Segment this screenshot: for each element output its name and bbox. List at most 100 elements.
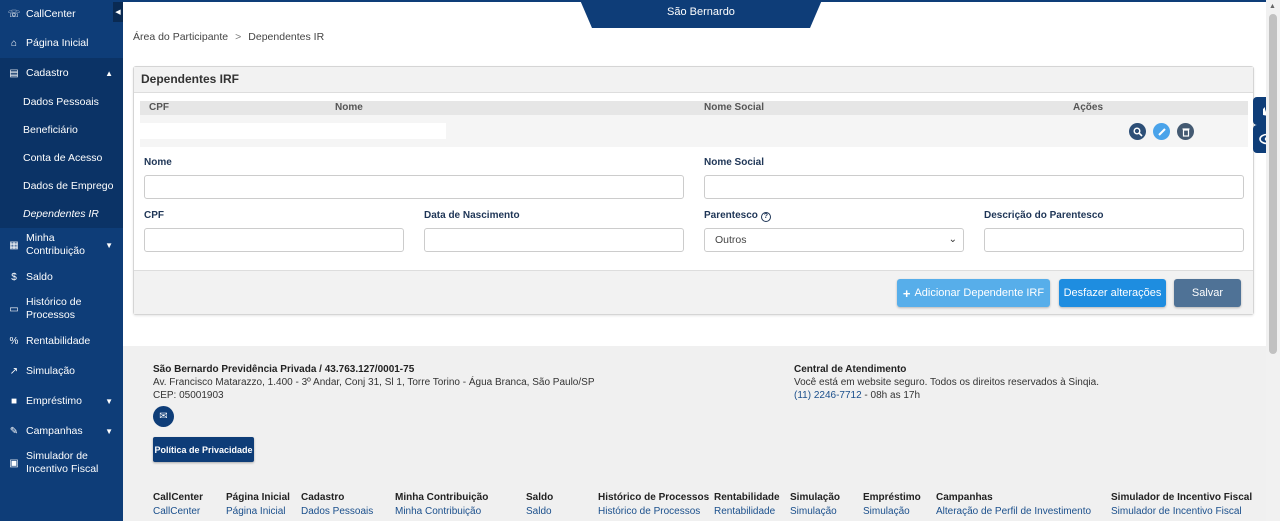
central-title: Central de Atendimento (794, 364, 907, 375)
breadcrumb-separator: > (235, 31, 242, 43)
descricao-parentesco-input[interactable] (984, 228, 1244, 252)
footer-link[interactable]: Rentabilidade (714, 506, 780, 517)
data-nascimento-label: Data de Nascimento (424, 210, 520, 221)
footer-col-title: Rentabilidade (714, 492, 780, 503)
footer-col-title: Simulação (790, 492, 841, 503)
help-icon[interactable]: ? (760, 211, 771, 222)
footer-col-simulador-fiscal: Simulador de Incentivo Fiscal Simulador d… (1111, 492, 1252, 517)
nome-social-label: Nome Social (704, 157, 765, 168)
footer-link[interactable]: Saldo (526, 506, 553, 517)
chevron-down-icon: ▼ (105, 240, 113, 250)
panel-footer: + Adicionar Dependente IRF Desfazer alter… (134, 270, 1253, 314)
breadcrumb: Área do Participante > Dependentes IR (133, 31, 324, 43)
sidebar-item-dados-pessoais[interactable]: Dados Pessoais (0, 88, 123, 116)
chart-icon: ↗ (9, 365, 19, 377)
sidebar-item-pagina-inicial[interactable]: ⌂ Página Inicial (0, 28, 123, 58)
footer-link[interactable]: Histórico de Processos (598, 506, 709, 517)
sidebar-item-callcenter[interactable]: ☏ CallCenter (0, 0, 123, 28)
footer-col-title: Saldo (526, 492, 554, 503)
trash-icon[interactable] (1177, 123, 1194, 140)
sidebar-item-campanhas[interactable]: ✎ Campanhas ▼ (0, 416, 123, 446)
sidebar-item-label: Saldo (26, 271, 53, 283)
brand-tab: São Bernardo (580, 0, 822, 28)
sidebar-item-label: Beneficiário (23, 124, 78, 136)
data-nascimento-input[interactable] (424, 228, 684, 252)
chevron-up-icon: ▲ (105, 68, 113, 78)
briefcase-icon: ■ (10, 395, 18, 407)
breadcrumb-root[interactable]: Área do Participante (133, 31, 228, 43)
sidebar-item-emprestimo[interactable]: ■ Empréstimo ▼ (0, 386, 123, 416)
sidebar: ◀ ☏ CallCenter ⌂ Página Inicial ▤ Cadast… (0, 0, 123, 521)
sidebar-item-simulador-fiscal[interactable]: ▣ Simulador de Incentivo Fiscal (0, 446, 123, 480)
footer-col-callcenter: CallCenter CallCenter (153, 492, 203, 517)
mail-icon[interactable]: ✉ (153, 406, 174, 427)
table-row (140, 115, 1248, 147)
footer-col-simulacao: Simulação Simulação (790, 492, 840, 517)
footer-col-cadastro: Cadastro Dados Pessoais (301, 492, 373, 517)
hours-text: - 08h as 17h (861, 390, 921, 401)
column-cpf: CPF (149, 102, 169, 113)
money-icon: ▣ (9, 457, 19, 469)
parentesco-select[interactable]: Outros ⌄ (704, 228, 964, 252)
parentesco-label-text: Parentesco (704, 210, 758, 221)
chevron-down-icon: ⌄ (948, 234, 957, 245)
site-footer: São Bernardo Previdência Privada / 43.76… (123, 346, 1266, 521)
cpf-input[interactable] (144, 228, 404, 252)
scrollbar-thumb[interactable] (1269, 14, 1277, 354)
row-cells-blank (140, 123, 446, 139)
sidebar-item-conta-acesso[interactable]: Conta de Acesso (0, 144, 123, 172)
add-dependente-button[interactable]: + Adicionar Dependente IRF (897, 279, 1050, 307)
sidebar-item-label: CallCenter (26, 8, 76, 20)
footer-col-title: Página Inicial (226, 492, 290, 503)
footer-link[interactable]: Simulação (863, 506, 921, 517)
nome-label: Nome (144, 157, 172, 168)
column-nome: Nome (335, 102, 363, 113)
sidebar-item-label: Rentabilidade (26, 335, 91, 347)
sidebar-item-beneficiario[interactable]: Beneficiário (0, 116, 123, 144)
footer-link[interactable]: Minha Contribuição (395, 506, 488, 517)
footer-link[interactable]: Simulador de Incentivo Fiscal (1111, 506, 1252, 517)
page-scrollbar[interactable]: ▲ (1266, 0, 1280, 521)
footer-link[interactable]: Alteração de Perfil de Investimento (936, 506, 1091, 517)
nome-input[interactable] (144, 175, 684, 199)
sidebar-item-dependentes-ir[interactable]: Dependentes IR (0, 200, 123, 228)
column-acoes: Ações (1073, 102, 1104, 113)
column-nome-social: Nome Social (704, 102, 765, 113)
phone-link[interactable]: (11) 2246-7712 (794, 390, 862, 401)
sidebar-item-label: Minha Contribuição (26, 232, 85, 257)
sidebar-item-label: Conta de Acesso (23, 152, 103, 164)
central-text: Você está em website seguro. Todos os di… (794, 377, 1099, 388)
sidebar-item-cadastro[interactable]: ▤ Cadastro ▲ (0, 58, 123, 88)
footer-col-title: Cadastro (301, 492, 345, 503)
footer-link[interactable]: CallCenter (153, 506, 203, 517)
footer-link[interactable]: Dados Pessoais (301, 506, 373, 517)
undo-button[interactable]: Desfazer alterações (1059, 279, 1166, 307)
calculator-icon: ▦ (9, 239, 19, 251)
footer-link[interactable]: Página Inicial (226, 506, 290, 517)
footer-col-minha-contribuicao: Minha Contribuição Minha Contribuição (395, 492, 488, 517)
sidebar-item-dados-emprego[interactable]: Dados de Emprego (0, 172, 123, 200)
footer-col-title: Campanhas (936, 492, 993, 503)
sidebar-item-saldo[interactable]: $ Saldo (0, 262, 123, 292)
sidebar-item-label: Dados de Emprego (23, 180, 114, 192)
save-label: Salvar (1191, 287, 1224, 299)
central-phone-line: (11) 2246-7712 - 08h as 17h (794, 390, 920, 401)
footer-col-campanhas: Campanhas Alteração de Perfil de Investim… (936, 492, 1091, 517)
privacy-policy-button[interactable]: Política de Privacidade (153, 437, 254, 462)
sidebar-item-label: Campanhas (26, 425, 83, 437)
bank-icon: ⌂ (10, 37, 18, 49)
view-icon[interactable] (1129, 123, 1146, 140)
edit-icon[interactable] (1153, 123, 1170, 140)
cadastro-submenu: Dados Pessoais Beneficiário Conta de Ace… (0, 88, 123, 228)
dependentes-panel: Dependentes IRF CPF Nome Nome Social Açõ… (133, 66, 1254, 315)
save-button[interactable]: Salvar (1174, 279, 1241, 307)
sidebar-item-simulacao[interactable]: ↗ Simulação (0, 356, 123, 386)
scroll-up-icon[interactable]: ▲ (1269, 3, 1276, 10)
sidebar-item-label: Histórico de Processos (26, 296, 82, 321)
sidebar-item-historico[interactable]: ▭ Histórico de Processos (0, 292, 123, 326)
headset-icon: ☏ (7, 8, 21, 20)
sidebar-item-minha-contribuicao[interactable]: ▦ Minha Contribuição ▼ (0, 228, 123, 262)
footer-link[interactable]: Simulação (790, 506, 840, 517)
sidebar-item-rentabilidade[interactable]: % Rentabilidade (0, 326, 123, 356)
nome-social-input[interactable] (704, 175, 1244, 199)
